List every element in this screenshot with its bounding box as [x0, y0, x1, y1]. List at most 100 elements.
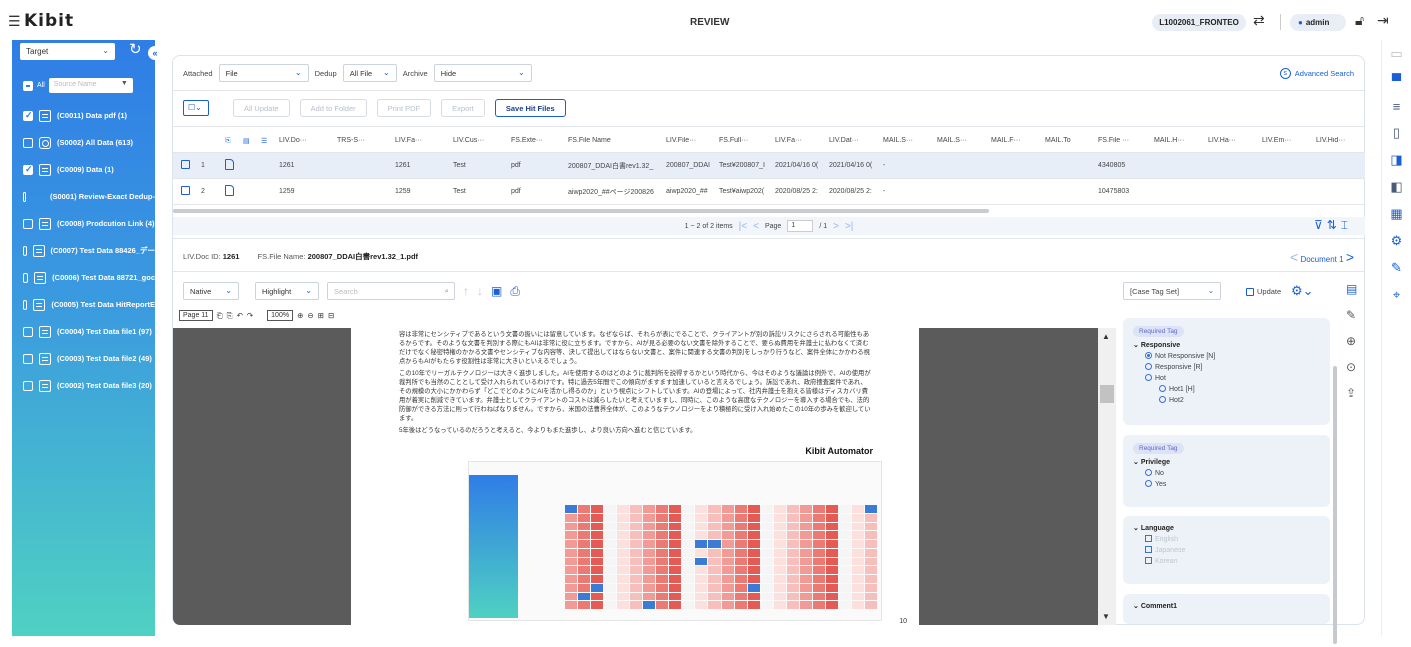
- list-view-icon[interactable]: ≡: [1393, 99, 1401, 114]
- folder-checkbox[interactable]: [23, 110, 33, 121]
- zoom-select[interactable]: 100%: [267, 310, 294, 321]
- column-header[interactable]: LIV.Dat···: [825, 137, 879, 144]
- checkbox-icon[interactable]: [1145, 557, 1152, 564]
- column-header[interactable]: MAIL.F···: [987, 137, 1041, 144]
- advanced-search-link[interactable]: s Advanced Search: [1279, 68, 1354, 79]
- column-header[interactable]: MAIL.S···: [933, 137, 987, 144]
- radio-icon[interactable]: [1159, 396, 1166, 403]
- download-icon[interactable]: ⎗: [217, 311, 223, 321]
- folder-checkbox[interactable]: [23, 191, 26, 202]
- fit-icon[interactable]: ⌶: [1341, 218, 1352, 232]
- user-menu[interactable]: ● admin: [1290, 14, 1346, 31]
- tag-title[interactable]: ⌄ Comment1: [1133, 602, 1320, 610]
- rotate-left-icon[interactable]: ↶: [237, 311, 243, 320]
- print-icon[interactable]: ⎘: [227, 311, 233, 321]
- refresh-icon[interactable]: ↻: [129, 40, 142, 58]
- page-view-icon[interactable]: ▦: [1390, 206, 1402, 222]
- folder-checkbox[interactable]: [23, 218, 33, 229]
- add-to-folder-button[interactable]: Add to Folder: [299, 99, 367, 117]
- row-checkbox-cell[interactable]: [173, 186, 197, 197]
- column-header[interactable]: LIV.Em···: [1258, 137, 1312, 144]
- update-checkbox[interactable]: [1246, 287, 1254, 296]
- radio-icon[interactable]: [1145, 352, 1152, 359]
- folder-checkbox[interactable]: [23, 137, 33, 148]
- next-page-icon[interactable]: >: [833, 221, 839, 232]
- source-name-filter[interactable]: Source Name ▼: [48, 78, 133, 93]
- folder-item[interactable]: (S0001) Review-Exact Dedup-: [23, 183, 155, 210]
- scroll-thumb[interactable]: [1100, 385, 1114, 403]
- grid-horizontal-scrollbar[interactable]: [173, 209, 989, 213]
- all-checkbox[interactable]: [23, 80, 33, 91]
- tag-option[interactable]: No: [1133, 468, 1320, 479]
- folder-item[interactable]: (C0006) Test Data 88721_goc: [23, 264, 155, 291]
- folder-item[interactable]: (C0002) Test Data file3 (20): [23, 372, 155, 399]
- checkbox-icon[interactable]: [1145, 546, 1152, 553]
- scroll-down-icon[interactable]: ▼: [1102, 612, 1110, 621]
- radio-icon[interactable]: [1145, 480, 1152, 487]
- column-header[interactable]: LIV.Cus···: [449, 137, 507, 144]
- update-toggle[interactable]: Update: [1246, 287, 1281, 296]
- column-header[interactable]: MAIL.H···: [1150, 137, 1204, 144]
- tag-option[interactable]: Not Responsive [N]: [1133, 351, 1320, 362]
- table-row[interactable]: 1 1261 1261 Test pdf 200807_DDAI白書rev1.3…: [173, 153, 1365, 179]
- view-mode-select[interactable]: Native ⌄: [183, 282, 239, 300]
- filter-clear-icon[interactable]: ⊽: [1314, 218, 1327, 232]
- prev-page-icon[interactable]: <: [753, 221, 759, 232]
- scroll-up-icon[interactable]: ▲: [1102, 332, 1110, 341]
- tag-title[interactable]: ⌄ Responsive: [1133, 341, 1320, 349]
- table-row[interactable]: 2 1259 1259 Test pdf aiwp2020_##ページ20082…: [173, 179, 1365, 205]
- document-viewer[interactable]: 容は非常にセンシティブであるという文書の扱いには留意しています。なぜならば、それ…: [173, 328, 1098, 625]
- tag-title[interactable]: ⌄ Language: [1133, 524, 1320, 532]
- fit-width-icon[interactable]: ⊟: [328, 311, 334, 320]
- tag-export-icon[interactable]: ⇪: [1346, 386, 1357, 400]
- column-header[interactable]: FS.Exte···: [507, 137, 564, 144]
- up-arrow-icon[interactable]: ↑: [463, 284, 469, 298]
- columns-icon[interactable]: ☰: [257, 137, 275, 145]
- folder-checkbox[interactable]: [23, 326, 33, 337]
- column-header[interactable]: MAIL.S···: [879, 137, 933, 144]
- fit-page-icon[interactable]: ⊞: [318, 311, 324, 320]
- tag-option[interactable]: Korean: [1133, 556, 1320, 567]
- tag-add-icon[interactable]: ⊕: [1346, 334, 1357, 348]
- annotate-icon[interactable]: ✎: [1391, 260, 1402, 276]
- tag-option[interactable]: Yes: [1133, 479, 1320, 490]
- tag-edit-icon[interactable]: ✎: [1346, 308, 1357, 322]
- folder-item[interactable]: (C0004) Test Data file1 (97): [23, 318, 155, 345]
- radio-icon[interactable]: [1145, 469, 1152, 476]
- folder-checkbox[interactable]: [23, 272, 29, 283]
- tag-icon[interactable]: ⌖: [1393, 287, 1400, 303]
- menu-icon[interactable]: ☰: [8, 13, 21, 30]
- folder-item[interactable]: (S0002) All Data (613): [23, 129, 155, 156]
- column-header[interactable]: LIV.Ha···: [1204, 137, 1258, 144]
- column-header[interactable]: LIV.File···: [662, 137, 715, 144]
- column-header[interactable]: TRS-S···: [333, 137, 391, 144]
- folder-item[interactable]: (C0008) Prodcution Link (4): [23, 210, 155, 237]
- filter-icon[interactable]: ▼: [121, 80, 128, 87]
- last-page-icon[interactable]: >|: [845, 221, 853, 232]
- tag-option[interactable]: Hot1 [H]: [1133, 384, 1320, 395]
- column-header[interactable]: FS.Full···: [715, 137, 771, 144]
- file-settings-icon[interactable]: ⚙: [1391, 233, 1403, 249]
- target-select[interactable]: Target ⌄: [20, 43, 115, 60]
- folder-checkbox[interactable]: [23, 299, 28, 310]
- folder-item[interactable]: (C0009) Data (1): [23, 156, 155, 183]
- export-button[interactable]: Export: [441, 99, 485, 117]
- tag-lock-icon[interactable]: ⊙: [1346, 360, 1357, 374]
- layout-left-icon[interactable]: ◧: [1390, 179, 1402, 195]
- tag-option[interactable]: Hot2: [1133, 395, 1320, 406]
- folder-checkbox[interactable]: [23, 164, 33, 175]
- logout-icon[interactable]: ⇥: [1377, 12, 1389, 29]
- row-checkbox-cell[interactable]: [173, 160, 197, 171]
- tag-option[interactable]: Hot: [1133, 373, 1320, 384]
- collapse-sidebar-icon[interactable]: «: [148, 46, 162, 60]
- dedup-select[interactable]: All File ⌄: [342, 64, 397, 82]
- down-arrow-icon[interactable]: ↓: [477, 284, 483, 298]
- viewer-search-input[interactable]: Search ⌕: [327, 282, 455, 300]
- calendar-icon[interactable]: ▣: [491, 284, 502, 298]
- folder-item[interactable]: (C0011) Data pdf (1): [23, 102, 155, 129]
- print-pdf-button[interactable]: Print PDF: [376, 99, 432, 117]
- folder-item[interactable]: (C0007) Test Data 88426_デー: [23, 237, 155, 264]
- prev-document-icon[interactable]: <: [1290, 249, 1298, 265]
- folder-item[interactable]: (C0005) Test Data HitReportE: [23, 291, 155, 318]
- tag-title[interactable]: ⌄ Privilege: [1133, 458, 1320, 466]
